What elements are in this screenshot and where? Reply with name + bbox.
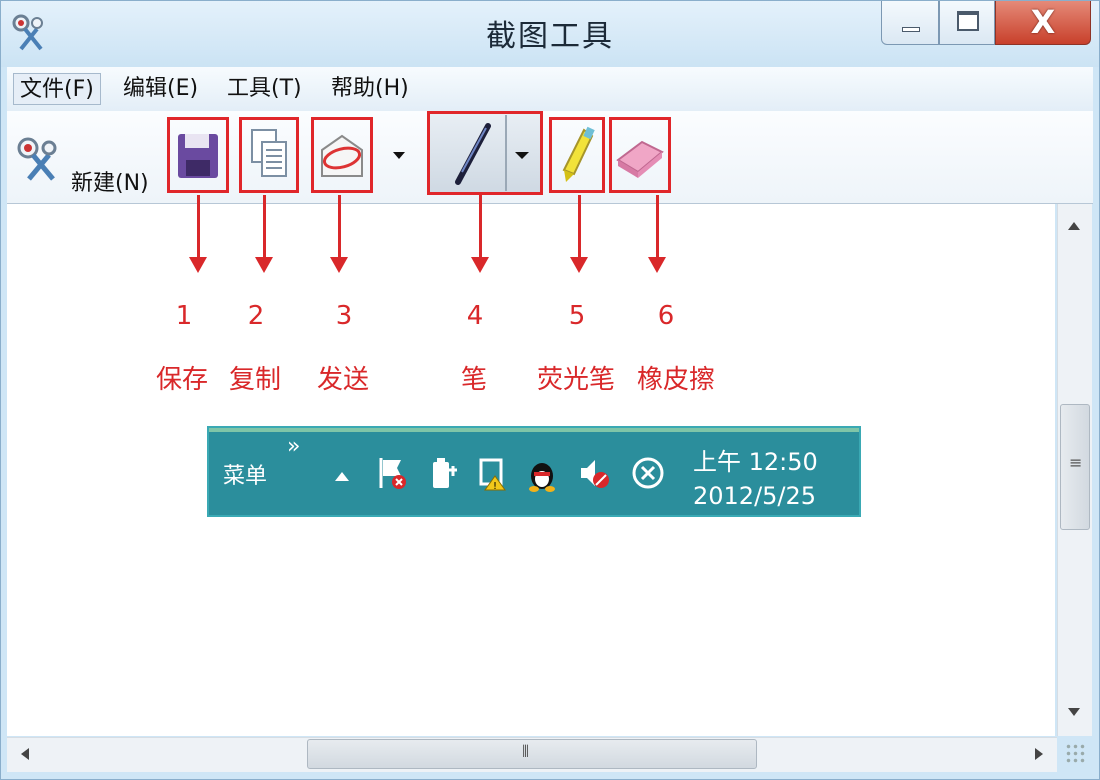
horizontal-scrollbar[interactable]: ⦀ bbox=[7, 737, 1057, 772]
maximize-button[interactable] bbox=[939, 1, 995, 45]
snipping-tool-window: 截图工具 X 文件(F) 编辑(E) 工具(T) 帮助(H) 新建(N) 1 2… bbox=[0, 0, 1100, 780]
copy-button[interactable] bbox=[239, 117, 299, 193]
eraser-button[interactable] bbox=[609, 117, 671, 193]
annotation-arrow-head bbox=[648, 257, 666, 273]
vertical-scroll-thumb[interactable]: ≡ bbox=[1060, 404, 1090, 530]
volume-icon[interactable] bbox=[577, 454, 611, 492]
menu-bar: 文件(F) 编辑(E) 工具(T) 帮助(H) bbox=[7, 67, 1093, 112]
copy-icon bbox=[251, 129, 287, 177]
menu-file[interactable]: 文件(F) bbox=[13, 73, 101, 105]
scroll-right-icon[interactable] bbox=[1035, 748, 1043, 760]
annotation-number: 3 bbox=[335, 301, 353, 331]
chevron-down-icon bbox=[393, 152, 405, 159]
pen-icon bbox=[455, 123, 491, 185]
annotation-number: 2 bbox=[247, 301, 265, 331]
close-circle-icon[interactable] bbox=[631, 454, 665, 492]
annotation-arrow-line bbox=[263, 195, 266, 257]
highlighter-icon bbox=[562, 126, 595, 182]
menu-help[interactable]: 帮助(H) bbox=[325, 73, 415, 105]
double-chevron-icon[interactable]: » bbox=[287, 434, 300, 459]
network-icon[interactable]: ! bbox=[477, 454, 511, 492]
annotation-arrow-line bbox=[656, 195, 659, 257]
close-button[interactable]: X bbox=[995, 1, 1091, 45]
annotation-arrow-line bbox=[479, 195, 482, 257]
chevron-down-icon bbox=[515, 152, 529, 159]
taskbar-menu-label[interactable]: 菜单 bbox=[223, 458, 267, 490]
grip-icon: ≡ bbox=[1069, 453, 1083, 472]
new-snip-button[interactable]: 新建(N) bbox=[15, 135, 149, 196]
scissors-icon bbox=[17, 137, 57, 181]
scroll-up-icon[interactable] bbox=[1068, 222, 1080, 230]
annotation-number: 1 bbox=[175, 301, 193, 331]
show-hidden-icons-icon[interactable] bbox=[335, 472, 349, 481]
horizontal-scroll-thumb[interactable]: ⦀ bbox=[307, 739, 757, 769]
annotation-arrow-head bbox=[330, 257, 348, 273]
battery-icon[interactable] bbox=[427, 454, 461, 492]
toolbar: 新建(N) bbox=[7, 111, 1093, 204]
title-bar: 截图工具 X bbox=[1, 1, 1099, 67]
highlighter-button[interactable] bbox=[549, 117, 605, 193]
clock-date[interactable]: 2012/5/25 bbox=[693, 482, 816, 510]
grip-icon: ⦀ bbox=[522, 742, 530, 761]
pen-dropdown-button[interactable] bbox=[513, 147, 531, 163]
annotation-arrow-line bbox=[578, 195, 581, 257]
annotation-number: 6 bbox=[657, 301, 675, 331]
menu-edit[interactable]: 编辑(E) bbox=[117, 73, 204, 105]
scroll-left-icon[interactable] bbox=[21, 748, 29, 760]
send-button[interactable] bbox=[311, 117, 373, 193]
annotation-label: 发送 bbox=[316, 365, 369, 395]
new-snip-label: 新建(N) bbox=[71, 171, 149, 196]
scroll-down-icon[interactable] bbox=[1068, 708, 1080, 716]
send-icon bbox=[321, 134, 363, 177]
qq-icon[interactable] bbox=[525, 454, 559, 492]
annotation-label: 荧光笔 bbox=[536, 365, 615, 395]
annotation-arrow-head bbox=[189, 257, 207, 273]
annotation-arrow-line bbox=[338, 195, 341, 257]
pen-split-divider bbox=[505, 115, 507, 191]
annotation-label: 橡皮擦 bbox=[636, 365, 715, 395]
annotation-arrow-line bbox=[197, 195, 200, 257]
send-dropdown-button[interactable] bbox=[391, 147, 407, 163]
save-button[interactable] bbox=[167, 117, 229, 193]
clock-time[interactable]: 上午 12:50 bbox=[693, 442, 818, 477]
vertical-scrollbar[interactable]: ≡ bbox=[1057, 204, 1092, 736]
annotation-number: 5 bbox=[568, 301, 586, 331]
menu-tools[interactable]: 工具(T) bbox=[221, 73, 308, 105]
eraser-icon bbox=[616, 140, 664, 178]
annotation-arrow-head bbox=[570, 257, 588, 273]
flag-icon[interactable] bbox=[375, 454, 409, 492]
annotation-number: 4 bbox=[466, 301, 484, 331]
annotation-arrow-head bbox=[255, 257, 273, 273]
annotation-arrow-head bbox=[471, 257, 489, 273]
resize-grip-icon[interactable] bbox=[1065, 743, 1087, 765]
save-icon bbox=[178, 134, 218, 178]
close-icon: X bbox=[1030, 3, 1056, 41]
annotation-label: 笔 bbox=[460, 365, 487, 395]
svg-text:!: ! bbox=[493, 481, 497, 492]
minimize-button[interactable] bbox=[881, 1, 939, 45]
taskbar-sample: 菜单 » ! 上午 12:50 2012/5/25 bbox=[207, 426, 861, 517]
